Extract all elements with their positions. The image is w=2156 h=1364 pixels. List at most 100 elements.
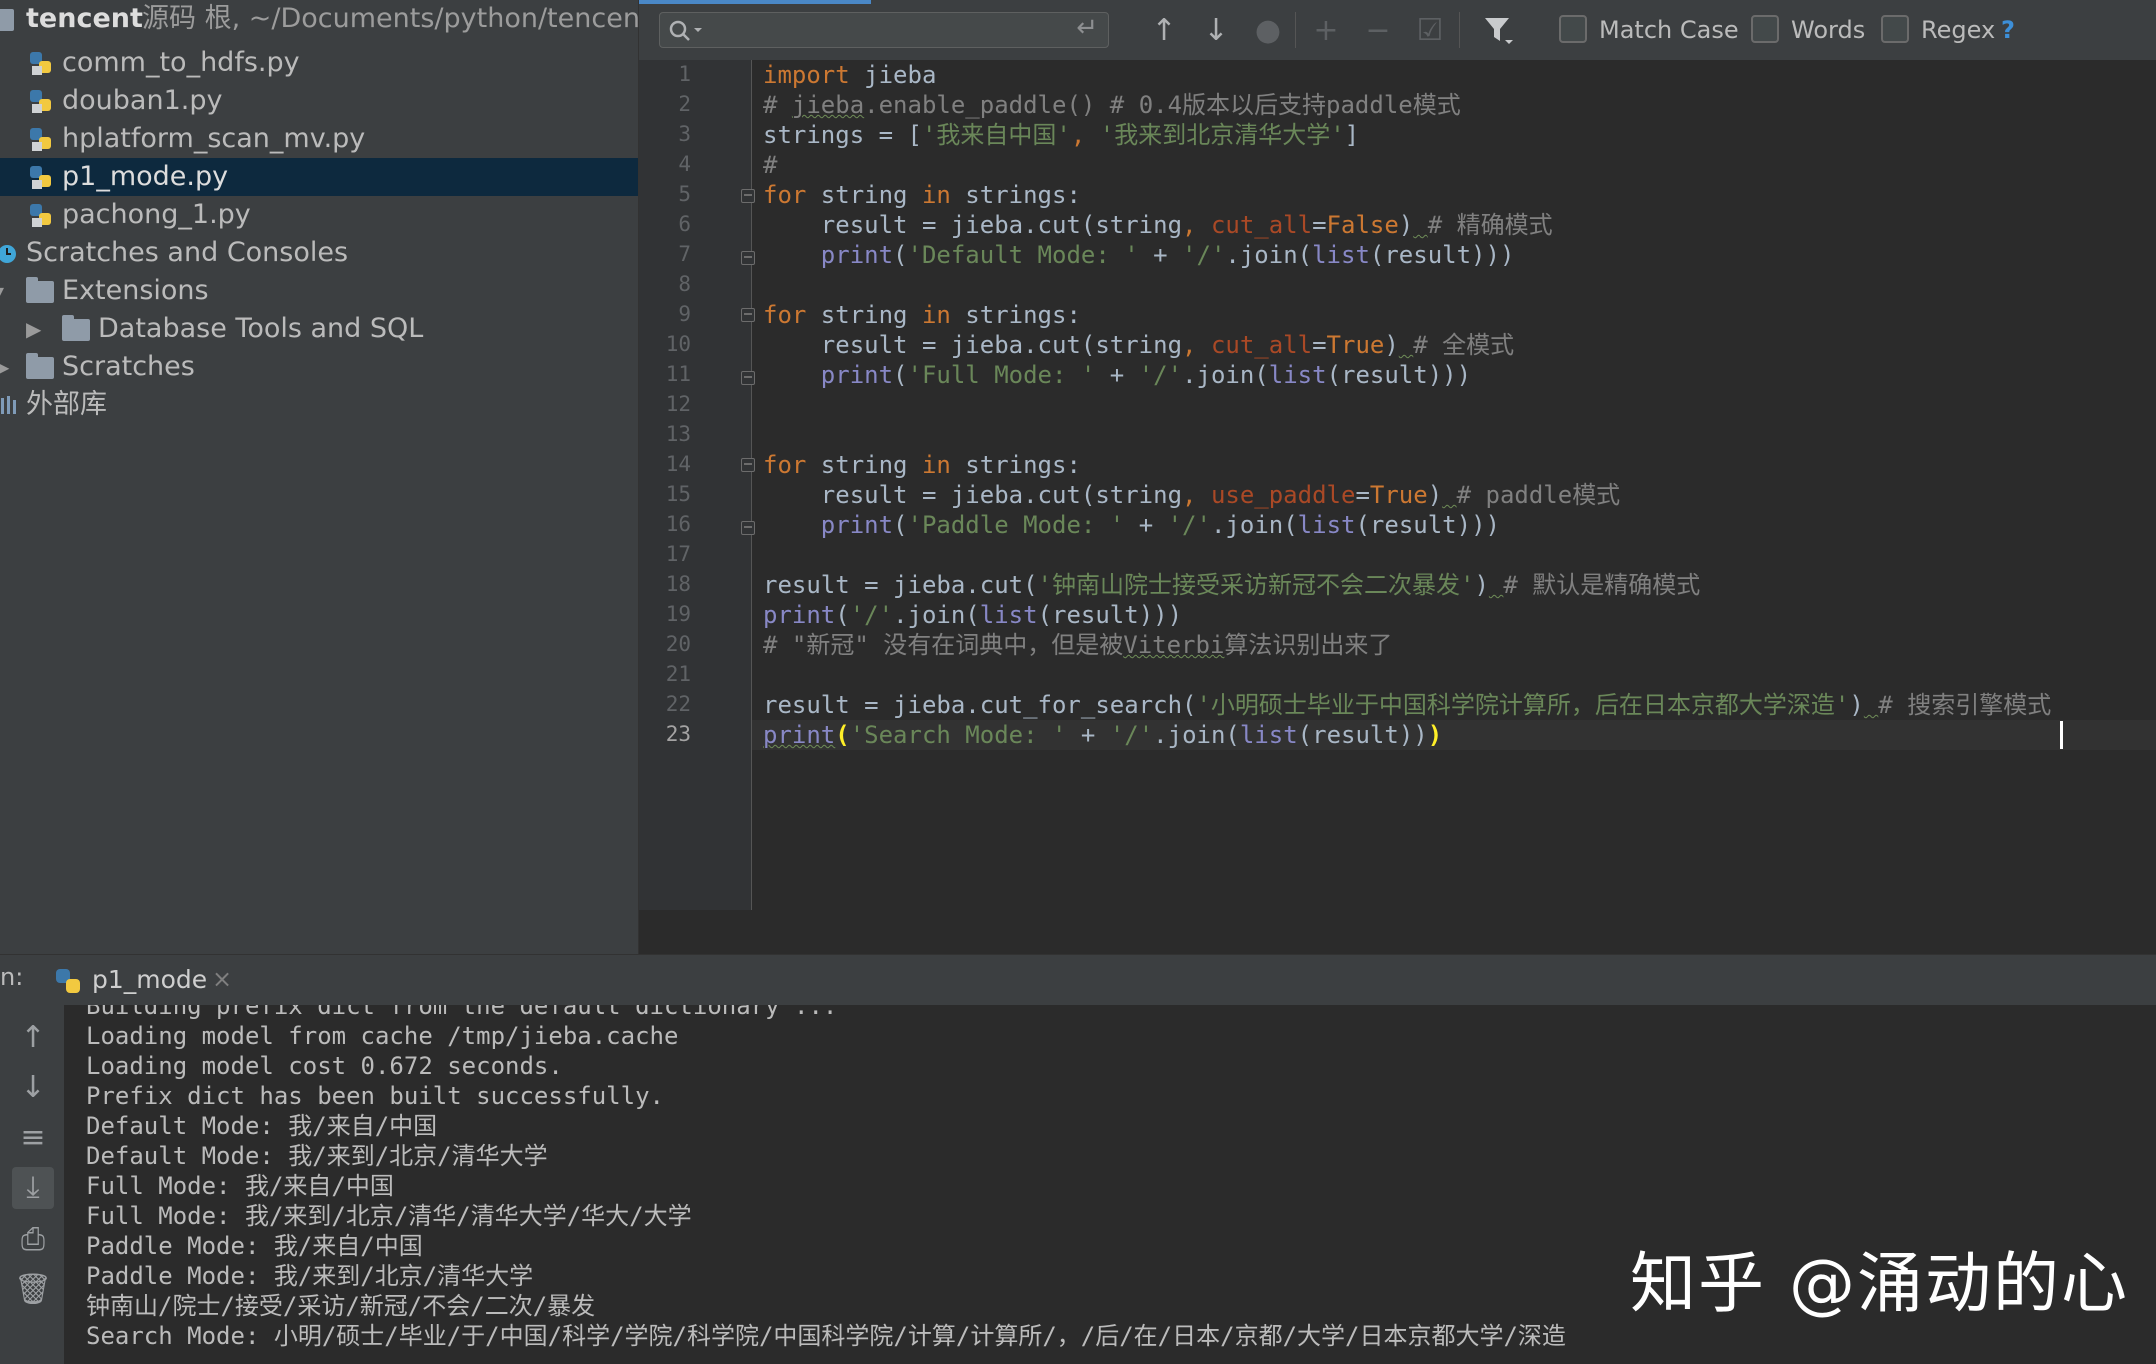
tree-label: Database Tools and SQL [98,313,424,344]
line-number: 8 [678,272,691,296]
tree-scratches-and-consoles[interactable]: Scratches and Consoles [0,234,638,272]
search-icon[interactable] [668,19,704,43]
print-icon[interactable]: ⎙ [12,1219,54,1261]
code-line-9: for string in strings: [763,301,1081,329]
regex-help-icon[interactable]: ? [2001,12,2015,48]
python-file-icon [30,52,51,75]
code-line-6: result = jieba.cut(string, cut_all=False… [763,211,1553,239]
console-line: Search Mode: 小明/硕士/毕业/于/中国/科学/学院/科学院/中国科… [86,1322,1566,1350]
toolbar-separator [1295,12,1296,48]
folder-icon [26,353,54,379]
line-number: 18 [665,572,691,596]
code-line-22: result = jieba.cut_for_search('小明硕士毕业于中国… [763,691,2052,719]
fold-marker-icon[interactable] [741,189,755,203]
root-name: tencent [26,3,143,34]
search-input[interactable] [708,15,1052,47]
tree-extensions[interactable]: ▾ Extensions [0,272,638,310]
line-number: 2 [678,92,691,116]
filter-icon[interactable] [1481,14,1515,48]
find-occurrences-icon[interactable]: ● [1251,14,1285,48]
tree-label: Extensions [62,275,209,306]
run-tab-label: p1_mode [92,965,208,994]
line-number: 20 [665,632,691,656]
code-line-3: strings = ['我来自中国', '我来到北京清华大学'] [763,121,1360,149]
console-line: Full Mode: 我/来自/中国 [86,1172,394,1200]
run-panel-header: n: p1_mode × [0,954,2156,1006]
python-file-icon [30,204,51,227]
select-all-occurrences-icon[interactable]: ☑ [1413,14,1447,48]
python-icon [56,969,80,993]
line-number: 3 [678,122,691,146]
search-box[interactable]: ↵ [659,12,1109,48]
line-number: 22 [665,692,691,716]
clock-icon [0,245,16,263]
remove-selection-icon[interactable]: − [1361,14,1395,48]
line-number: 4 [678,152,691,176]
tree-root-tencent[interactable]: tencent 源码 根, ~/Documents/python/tencent [0,0,638,38]
enter-icon: ↵ [1076,13,1098,43]
tree-file-label: hplatform_scan_mv.py [62,123,366,154]
line-number: 7 [678,242,691,266]
add-selection-icon[interactable]: + [1309,14,1343,48]
run-toolbar: ↑ ↓ ≡ ⤓ ⎙ 🗑 [0,1005,64,1364]
line-number: 1 [678,62,691,86]
console-line: Paddle Mode: 我/来自/中国 [86,1232,423,1260]
tree-file-douban1[interactable]: douban1.py [0,82,638,120]
run-label: n: [0,963,24,991]
words-checkbox[interactable] [1751,15,1779,43]
line-number: 5 [678,182,691,206]
trash-icon[interactable]: 🗑 [12,1269,54,1311]
arrow-up-icon[interactable]: ↑ [12,1017,54,1059]
tree-file-hplatform-scan-mv[interactable]: hplatform_scan_mv.py [0,120,638,158]
line-number: 15 [665,482,691,506]
console-line: Default Mode: 我/来自/中国 [86,1112,438,1140]
match-case-label: Match Case [1599,16,1739,44]
fold-marker-icon[interactable] [741,521,755,535]
tree-label: Scratches [62,351,195,382]
tree-file-comm-to-hdfs[interactable]: comm_to_hdfs.py [0,44,638,82]
tree-scratches[interactable]: ▶ Scratches [0,348,638,386]
code-line-2: # jieba.enable_paddle() # 0.4版本以后支持paddl… [763,91,1461,119]
toolbar-separator [1459,12,1460,48]
code-line-10: result = jieba.cut(string, cut_all=True)… [763,331,1515,359]
tree-file-label: p1_mode.py [62,161,229,192]
tree-file-p1-mode[interactable]: p1_mode.py [0,158,638,196]
chevron-down-icon[interactable]: ▾ [0,272,4,310]
line-number: 9 [678,302,691,326]
line-number: 11 [665,362,691,386]
console-line: Building prefix dict from the default di… [86,1005,838,1020]
tree-external-libraries[interactable]: 外部库 [0,386,638,424]
close-icon[interactable]: × [212,965,232,993]
fold-marker-icon[interactable] [741,371,755,385]
match-case-checkbox[interactable] [1559,15,1587,43]
code-line-1: import jieba [763,61,937,89]
tree-file-label: comm_to_hdfs.py [62,47,300,78]
tree-database-tools[interactable]: ▶ Database Tools and SQL [0,310,638,348]
code-line-7: print('Default Mode: ' + '/'.join(list(r… [820,241,1515,269]
chevron-right-icon[interactable]: ▶ [0,348,9,386]
line-number: 14 [665,452,691,476]
project-tree-panel: tencent 源码 根, ~/Documents/python/tencent… [0,0,639,954]
console-line: 钟南山/院士/接受/采访/新冠/不会/二次/暴发 [86,1292,596,1320]
arrow-down-icon[interactable]: ↓ [1199,14,1233,48]
arrow-down-icon[interactable]: ↓ [12,1067,54,1109]
run-tab-p1-mode[interactable]: p1_mode × [40,955,250,1005]
line-number: 10 [665,332,691,356]
fold-marker-icon[interactable] [741,458,755,472]
fold-marker-icon[interactable] [741,308,755,322]
code-line-4: # [763,151,778,179]
words-label: Words [1791,16,1866,44]
soft-wrap-icon[interactable]: ≡ [12,1117,54,1159]
arrow-up-icon[interactable]: ↑ [1147,14,1181,48]
regex-checkbox[interactable] [1881,15,1909,43]
tree-file-pachong-1[interactable]: pachong_1.py [0,196,638,234]
code-editor[interactable]: 1 2 3 4 5 6 7 8 9 10 11 12 13 14 15 16 17 18 19 20 21 22 23 im… [639,60,2156,910]
chevron-right-icon[interactable]: ▶ [26,310,41,348]
line-number: 19 [665,602,691,626]
folder-icon [26,277,54,303]
fold-marker-icon[interactable] [741,251,755,265]
console-line: Loading model from cache /tmp/jieba.cach… [86,1022,679,1050]
scroll-to-end-icon[interactable]: ⤓ [12,1167,54,1209]
watermark: 知乎 @涌动的心 [1630,1245,2129,1322]
console-line: Full Mode: 我/来到/北京/清华/清华大学/华大/大学 [86,1202,692,1230]
